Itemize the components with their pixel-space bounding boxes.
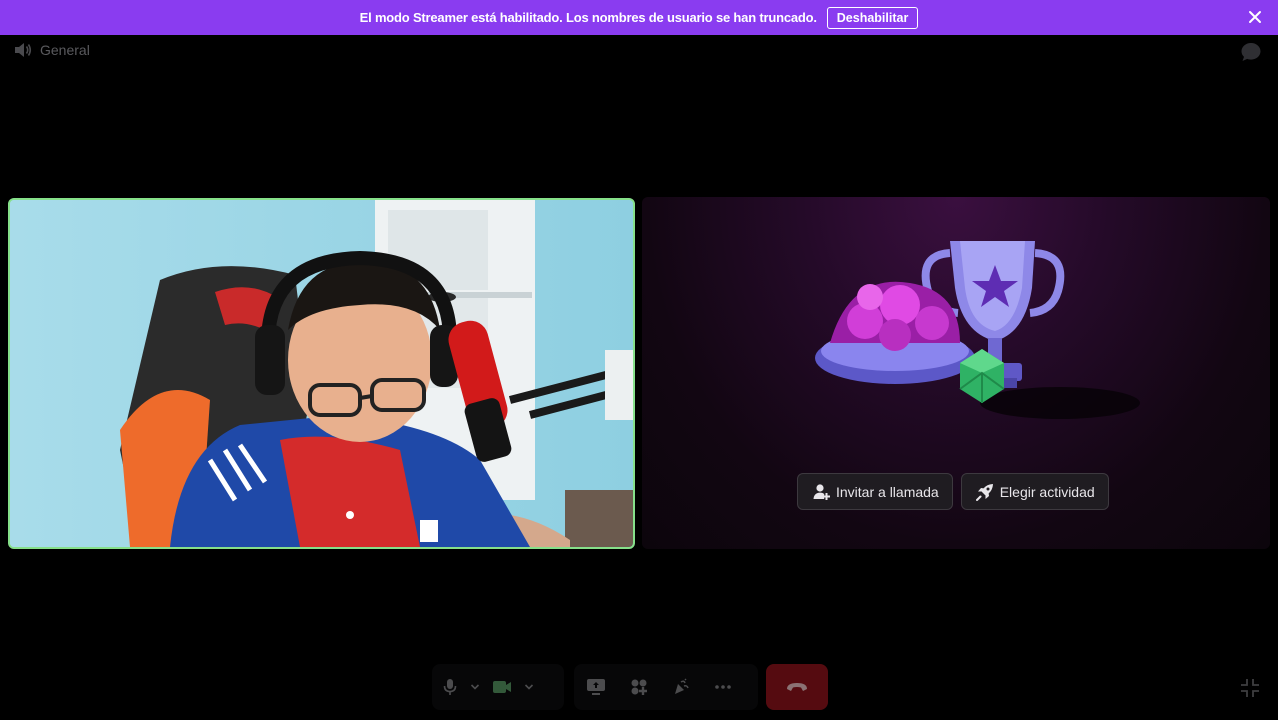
chevron-down-icon	[470, 684, 480, 690]
invite-to-call-button[interactable]: Invitar a llamada	[797, 473, 953, 510]
streamer-mode-banner: El modo Streamer está habilitado. Los no…	[0, 0, 1278, 35]
camera-options[interactable]	[524, 683, 534, 691]
chat-bubble-icon[interactable]	[1240, 42, 1262, 62]
invite-to-call-label: Invitar a llamada	[836, 483, 939, 500]
camera-icon	[493, 681, 511, 693]
add-person-icon	[813, 483, 830, 500]
webcam-video	[10, 200, 633, 547]
disable-streamer-mode-button[interactable]: Deshabilitar	[826, 6, 919, 29]
activities-button[interactable]	[630, 678, 648, 696]
disconnect-button[interactable]	[766, 664, 828, 710]
rocket-icon	[975, 483, 993, 501]
fullscreen-icon[interactable]	[1240, 678, 1260, 698]
voice-video-controls	[432, 664, 564, 710]
soundboard-icon	[675, 678, 689, 694]
end-call-icon	[787, 683, 807, 691]
microphone-options[interactable]	[470, 683, 480, 691]
choose-activity-button[interactable]: Elegir actividad	[960, 473, 1109, 510]
banner-message: El modo Streamer está habilitado. Los no…	[359, 10, 817, 25]
channel-name: General	[40, 42, 90, 58]
activities-icon	[631, 679, 647, 695]
call-actions	[574, 664, 758, 710]
microphone-toggle[interactable]	[442, 678, 458, 696]
choose-activity-label: Elegir actividad	[999, 483, 1095, 500]
tile-actions: Invitar a llamada Elegir actividad	[797, 473, 1109, 510]
chevron-down-icon	[524, 684, 534, 690]
screen-share-button[interactable]	[586, 678, 606, 696]
channel-header: General	[14, 42, 90, 58]
soundboard-button[interactable]	[672, 678, 690, 696]
screen-share-icon	[587, 679, 605, 695]
empty-call-tile: Invitar a llamada Elegir actividad	[642, 197, 1270, 549]
speaker-icon	[15, 43, 32, 57]
more-icon	[715, 685, 731, 689]
activity-illustration	[815, 241, 1140, 419]
more-options-button[interactable]	[714, 684, 732, 690]
camera-toggle[interactable]	[492, 680, 512, 694]
close-icon[interactable]	[1248, 10, 1262, 24]
camera-video-tile[interactable]	[8, 198, 635, 549]
microphone-icon	[443, 679, 457, 695]
